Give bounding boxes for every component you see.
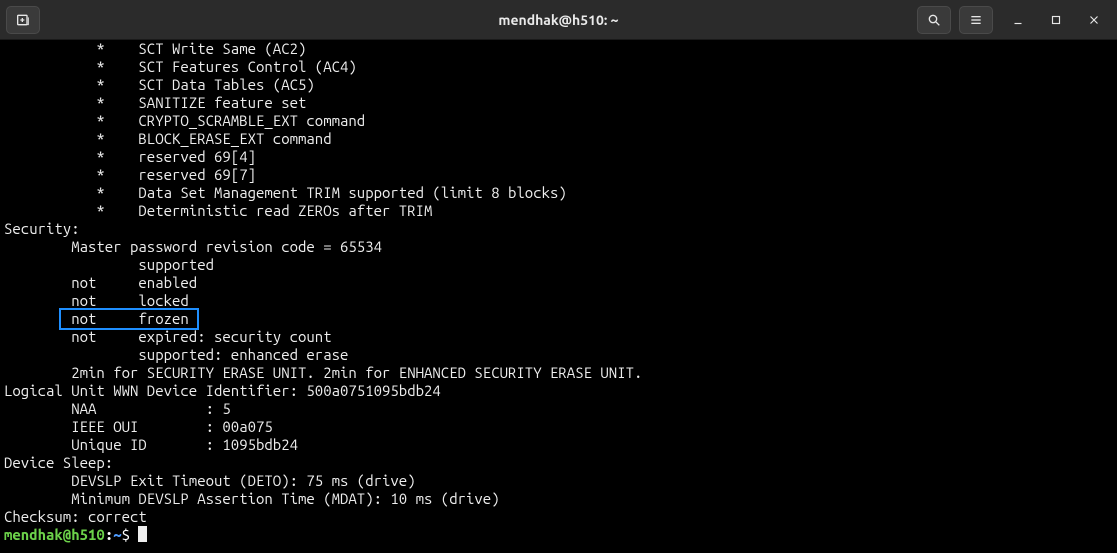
prompt-symbol: $ bbox=[122, 526, 130, 543]
terminal-line: not locked bbox=[4, 292, 1113, 310]
terminal-line: IEEE OUI : 00a075 bbox=[4, 418, 1113, 436]
terminal-content: * SCT Write Same (AC2) * SCT Features Co… bbox=[4, 40, 1113, 544]
titlebar-right-group bbox=[917, 6, 1111, 34]
terminal-line: * reserved 69[4] bbox=[4, 148, 1113, 166]
prompt-line[interactable]: mendhak@h510:~$ bbox=[4, 526, 1113, 544]
terminal-line: * Deterministic read ZEROs after TRIM bbox=[4, 202, 1113, 220]
terminal[interactable]: * SCT Write Same (AC2) * SCT Features Co… bbox=[0, 40, 1117, 553]
maximize-icon bbox=[1049, 13, 1063, 27]
new-tab-icon bbox=[15, 12, 31, 28]
terminal-line: * CRYPTO_SCRAMBLE_EXT command bbox=[4, 112, 1113, 130]
terminal-line: 2min for SECURITY ERASE UNIT. 2min for E… bbox=[4, 364, 1113, 382]
terminal-line: NAA : 5 bbox=[4, 400, 1113, 418]
terminal-line: Minimum DEVSLP Assertion Time (MDAT): 10… bbox=[4, 490, 1113, 508]
terminal-line: * SCT Data Tables (AC5) bbox=[4, 76, 1113, 94]
minimize-button[interactable] bbox=[1001, 6, 1035, 34]
terminal-line: * BLOCK_ERASE_EXT command bbox=[4, 130, 1113, 148]
terminal-line: not enabled bbox=[4, 274, 1113, 292]
terminal-line: Logical Unit WWN Device Identifier: 500a… bbox=[4, 382, 1113, 400]
new-tab-button[interactable] bbox=[6, 6, 40, 34]
terminal-line: * SANITIZE feature set bbox=[4, 94, 1113, 112]
terminal-line: supported: enhanced erase bbox=[4, 346, 1113, 364]
terminal-line: Master password revision code = 65534 bbox=[4, 238, 1113, 256]
cursor bbox=[138, 526, 147, 542]
terminal-line: supported bbox=[4, 256, 1113, 274]
close-icon bbox=[1087, 13, 1101, 27]
terminal-line: * SCT Write Same (AC2) bbox=[4, 40, 1113, 58]
search-icon bbox=[926, 12, 942, 28]
terminal-line: Checksum: correct bbox=[4, 508, 1113, 526]
close-button[interactable] bbox=[1077, 6, 1111, 34]
terminal-line: DEVSLP Exit Timeout (DETO): 75 ms (drive… bbox=[4, 472, 1113, 490]
search-button[interactable] bbox=[917, 6, 951, 34]
minimize-icon bbox=[1011, 13, 1025, 27]
menu-button[interactable] bbox=[959, 6, 993, 34]
terminal-line: Security: bbox=[4, 220, 1113, 238]
terminal-line: not expired: security count bbox=[4, 328, 1113, 346]
terminal-line: * SCT Features Control (AC4) bbox=[4, 58, 1113, 76]
prompt-path: ~ bbox=[113, 526, 121, 543]
terminal-line: not frozen bbox=[4, 310, 1113, 328]
terminal-line: Unique ID : 1095bdb24 bbox=[4, 436, 1113, 454]
terminal-line: Device Sleep: bbox=[4, 454, 1113, 472]
prompt-separator: : bbox=[105, 526, 113, 543]
title-bar: mendhak@h510: ~ bbox=[0, 0, 1117, 40]
prompt-user-host: mendhak@h510 bbox=[4, 526, 105, 543]
maximize-button[interactable] bbox=[1039, 6, 1073, 34]
terminal-line: * Data Set Management TRIM supported (li… bbox=[4, 184, 1113, 202]
hamburger-menu-icon bbox=[968, 12, 984, 28]
terminal-line: * reserved 69[7] bbox=[4, 166, 1113, 184]
